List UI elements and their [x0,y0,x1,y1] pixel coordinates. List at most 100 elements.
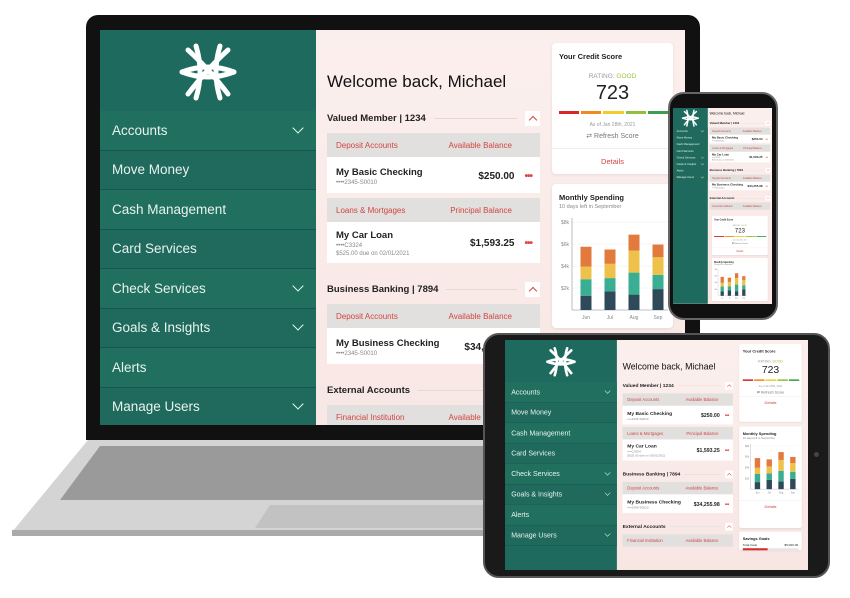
account-name[interactable]: My Business Checking [336,338,464,349]
sidebar-item-move-money[interactable]: Move Money [673,134,708,141]
account-info: My Basic Checking ••••2345-S0010 [712,136,752,142]
account-row[interactable]: My Car Loan ••••C3324 $525.00 due on 02/01… [622,439,733,461]
credit-details-link[interactable]: Details [712,247,768,255]
sidebar-item-check-services[interactable]: Check Services [505,463,617,485]
chevron-down-icon[interactable] [292,398,304,410]
sidebar-item-accounts[interactable]: Accounts [505,381,617,403]
spending-chart: $2k $4k $6k $8k Jun Jul Aug Sep [715,268,747,300]
x-tick-label: Jun [755,492,760,495]
account-row[interactable]: My Basic Checking ••••2345-S0010 $250.00 ••… [327,157,540,193]
spending-chart: $2k $4k $6k $8k Jun Jul Aug Sep [561,218,668,321]
account-row[interactable]: My Business Checking••••2345-S0010$34,25… [622,494,733,514]
sidebar-item-card-services[interactable]: Card Services [100,229,316,269]
sidebar: Accounts Move Money Cash Management Card Se… [673,108,708,304]
collapse-button[interactable] [725,522,733,531]
score-scale-segment [777,379,788,381]
score-scale-segment [724,236,735,237]
sidebar-item-label: Move Money [676,136,693,140]
more-options-icon[interactable]: ••• [725,448,729,454]
account-name[interactable]: My Car Loan [336,230,470,241]
account-row[interactable]: My Car Loan ••••C3324 $525.00 due on 02/01… [709,151,771,163]
account-row[interactable]: My Business Checking••••2345-S0010$34,25… [709,181,771,191]
bar-segment-jul-0 [766,479,772,490]
chevron-down-icon[interactable] [292,122,304,134]
account-name[interactable]: My Basic Checking [712,136,752,139]
more-options-icon[interactable]: ••• [766,184,769,187]
column-header: Deposit Accounts [712,129,731,133]
sidebar-item-move-money[interactable]: Move Money [100,150,316,190]
sidebar-item-accounts[interactable]: Accounts [100,111,316,151]
chevron-down-icon[interactable] [604,530,611,537]
account-name[interactable]: My Car Loan [627,444,696,450]
sidebar-item-cash-management[interactable]: Cash Management [505,422,617,444]
collapse-button[interactable] [725,381,733,390]
sidebar-item-check-services[interactable]: Check Services [100,269,316,309]
more-options-icon[interactable]: ••• [725,501,729,507]
chevron-down-icon[interactable] [700,174,705,179]
bar-segment-sep-1 [790,471,796,479]
account-name[interactable]: My Business Checking [627,499,694,505]
sidebar-item-goals-insights[interactable]: Goals & Insights [100,308,316,348]
collapse-button[interactable] [765,195,771,201]
chevron-down-icon[interactable] [700,155,705,159]
account-balance: $34,255.98 [747,184,763,188]
account-row[interactable]: My Car Loan ••••C3324 $525.00 due on 02/01… [327,222,540,263]
monthly-spending-card: Monthly Spending 10 days left in Septemb… [739,426,802,529]
more-options-icon[interactable]: ••• [524,238,532,249]
widgets-column: Your Credit Score RATING: GOOD 723 As of… [712,215,768,302]
collapse-button[interactable] [525,110,540,126]
chevron-down-icon[interactable] [604,387,611,394]
account-row[interactable]: My Basic Checking ••••2345-S0010 $250.00 ••… [622,405,733,425]
account-name[interactable]: My Basic Checking [336,167,478,178]
more-options-icon[interactable]: ••• [524,171,532,182]
sidebar-item-alerts[interactable]: Alerts [673,167,708,174]
account-number: ••••2345-S0010 [627,506,649,510]
chevron-down-icon[interactable] [700,161,705,166]
score-scale-segment [647,111,669,114]
sidebar-item-goals-insights[interactable]: Goals & Insights [505,484,617,505]
column-header: Financial Institution [627,538,663,543]
bar-segment-jun-1 [720,286,724,292]
sidebar-item-alerts[interactable]: Alerts [505,504,617,526]
sidebar-item-move-money[interactable]: Move Money [505,402,617,423]
chevron-down-icon[interactable] [604,469,611,476]
sidebar-item-manage-users[interactable]: Manage Users [100,387,316,425]
collapse-button[interactable] [525,281,540,297]
sidebar-item-manage-users[interactable]: Manage Users [673,174,708,181]
savings-progress-bar [742,548,799,551]
chevron-down-icon[interactable] [292,280,304,292]
collapse-button[interactable] [765,167,771,173]
x-tick-label: Sep [742,298,745,300]
refresh-score-button[interactable]: ⇄ Refresh Score [712,242,768,245]
sidebar-item-check-services[interactable]: Check Services [673,154,708,161]
sidebar-item-card-services[interactable]: Card Services [505,443,617,464]
collapse-button[interactable] [765,120,771,126]
column-header: Deposit Accounts [336,311,398,321]
chevron-down-icon[interactable] [604,490,611,496]
sidebar-menu: Accounts Move Money Cash Management Card Se… [100,111,316,425]
chevron-down-icon[interactable] [700,128,705,133]
refresh-score-button[interactable]: ⇄ Refresh Score [552,132,673,140]
collapse-button[interactable] [725,470,733,479]
spending-details-link[interactable]: Details [739,500,802,512]
credit-details-link[interactable]: Details [739,396,802,408]
column-header: Loans & Mortgages [712,146,734,150]
credit-details-link[interactable]: Details [552,148,673,174]
more-options-icon[interactable]: ••• [766,137,769,140]
bar-segment-jul-1 [727,286,732,291]
chevron-down-icon[interactable] [292,319,304,331]
sidebar-item-alerts[interactable]: Alerts [100,348,316,388]
refresh-score-button[interactable]: ⇄ Refresh Score [739,390,802,395]
sidebar-item-manage-users[interactable]: Manage Users [505,525,617,546]
sidebar-item-cash-management[interactable]: Cash Management [100,190,316,230]
account-name[interactable]: My Business Checking [712,183,748,186]
bar-segment-aug-2 [628,250,640,273]
section-header: Valued Member | 1234 [623,380,733,390]
more-options-icon[interactable]: ••• [766,155,769,158]
column-header: Available Balance [742,176,762,180]
more-options-icon[interactable]: ••• [725,413,729,419]
account-name[interactable]: My Basic Checking [627,411,701,417]
account-row[interactable]: My Basic Checking ••••2345-S0010 $250.00 ••… [709,134,771,144]
account-name[interactable]: My Car Loan [712,153,749,156]
column-header: Available Balance [742,129,762,133]
